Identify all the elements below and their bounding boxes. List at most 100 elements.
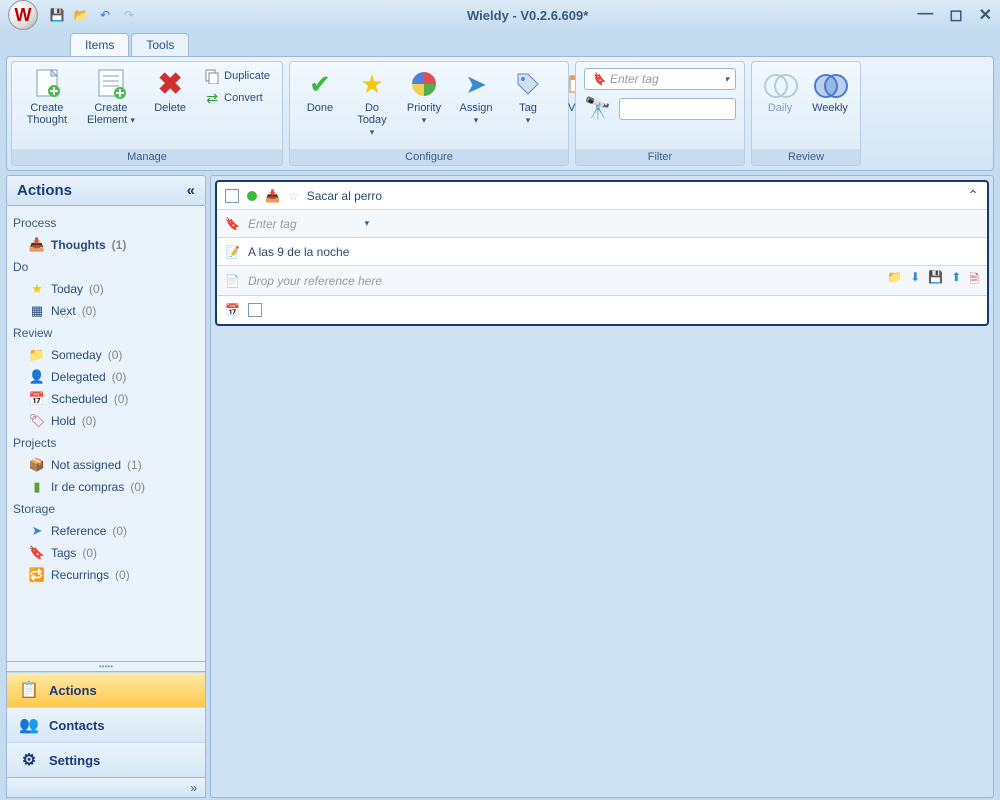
item-title[interactable]: Sacar al perro	[307, 189, 960, 203]
star-icon: ★	[356, 68, 388, 100]
tree-item-ir-de-compras[interactable]: ▮ Ir de compras(0)	[11, 476, 201, 498]
person-icon: 👤	[29, 369, 45, 385]
tree-section-do: Do	[11, 256, 201, 278]
tag-row-icon: 🔖	[225, 217, 240, 231]
nav-actions[interactable]: 📋 Actions	[7, 672, 205, 707]
reference-actions: 📁 ⬇ 💾 ⬆ 🗎	[887, 270, 979, 291]
inbox-icon: 📥	[29, 237, 45, 253]
window-controls: — ◻ ✕	[917, 5, 992, 25]
maximize-button[interactable]: ◻	[949, 5, 962, 25]
tree-item-hold[interactable]: 🏷 Hold(0)	[11, 410, 201, 432]
daily-button[interactable]: Daily	[758, 66, 802, 116]
filter-search-input[interactable]	[619, 98, 736, 120]
tree-item-not-assigned[interactable]: 📦 Not assigned(1)	[11, 454, 201, 476]
delete-x-icon: ✖	[154, 68, 186, 100]
item-reference-row[interactable]: 📄 Drop your reference here 📁 ⬇ 💾 ⬆ 🗎	[217, 266, 987, 296]
window-title: Wieldy - V0.2.6.609*	[138, 8, 917, 23]
tab-tools[interactable]: Tools	[131, 33, 189, 56]
folder-icon: 📁	[29, 347, 45, 363]
tree-item-thoughts[interactable]: 📥 Thoughts (1)	[11, 234, 201, 256]
redo-icon[interactable]: ↷	[120, 6, 138, 24]
tab-items[interactable]: Items	[70, 33, 129, 56]
tree-item-reference[interactable]: ➤ Reference(0)	[11, 520, 201, 542]
tree-item-next[interactable]: ▦ Next(0)	[11, 300, 201, 322]
next-icon: ▦	[29, 303, 45, 319]
minimize-button[interactable]: —	[917, 5, 933, 25]
ribbon-group-configure: ✔ Done ★ Do Today▾ Priority▾ ➤ Assign▾	[289, 61, 569, 166]
content-area: 📥 ☆ Sacar al perro ⌃ 🔖 Enter tag ▾ 📝 A l…	[210, 175, 994, 798]
tree-section-projects: Projects	[11, 432, 201, 454]
close-button[interactable]: ✕	[979, 5, 992, 25]
open-icon[interactable]: 📂	[72, 6, 90, 24]
star-small-icon: ★	[29, 281, 45, 297]
priority-button[interactable]: Priority▾	[400, 66, 448, 128]
tree-item-someday[interactable]: 📁 Someday(0)	[11, 344, 201, 366]
collapse-card-icon[interactable]: ⌃	[967, 187, 979, 204]
item-complete-checkbox[interactable]	[225, 189, 239, 203]
ref-download-icon[interactable]: ⬇	[910, 270, 920, 291]
ref-folder-icon[interactable]: 📁	[887, 270, 902, 291]
gear-icon: ⚙	[19, 750, 39, 770]
assign-button[interactable]: ➤ Assign▾	[452, 66, 500, 128]
sidebar-title: Actions	[17, 182, 72, 199]
app-logo[interactable]: W	[8, 0, 38, 30]
ref-save-icon[interactable]: 💾	[928, 270, 943, 291]
collapse-sidebar-icon[interactable]: «	[187, 182, 195, 199]
calendar-row-icon[interactable]: 📅	[225, 303, 240, 317]
tree-item-recurrings[interactable]: 🔁 Recurrings(0)	[11, 564, 201, 586]
weekly-button[interactable]: Weekly	[806, 66, 854, 116]
item-card: 📥 ☆ Sacar al perro ⌃ 🔖 Enter tag ▾ 📝 A l…	[215, 180, 989, 326]
done-button[interactable]: ✔ Done	[296, 66, 344, 116]
sidebar-tree[interactable]: Process 📥 Thoughts (1) Do ★ Today(0) ▦ N…	[6, 206, 206, 662]
save-icon[interactable]: 💾	[48, 6, 66, 24]
quick-access-toolbar: 💾 📂 ↶ ↷	[48, 6, 138, 24]
create-thought-label: Create Thought	[24, 102, 70, 126]
tag-small-icon: 🔖	[591, 72, 606, 86]
do-today-button[interactable]: ★ Do Today▾	[348, 66, 396, 140]
tree-item-tags[interactable]: 🔖 Tags(0)	[11, 542, 201, 564]
undo-icon[interactable]: ↶	[96, 6, 114, 24]
create-thought-button[interactable]: Create Thought	[18, 66, 76, 128]
nav-contacts[interactable]: 👥 Contacts	[7, 707, 205, 742]
item-inbox-icon: 📥	[265, 189, 280, 203]
item-note-row[interactable]: 📝 A las 9 de la noche	[217, 238, 987, 266]
item-tag-row[interactable]: 🔖 Enter tag ▾	[217, 210, 987, 238]
schedule-checkbox[interactable]	[248, 303, 262, 317]
tree-item-scheduled[interactable]: 📅 Scheduled(0)	[11, 388, 201, 410]
sidebar-splitter[interactable]: •••••	[6, 662, 206, 671]
binoculars-icon[interactable]: 🔭	[584, 96, 611, 122]
tag-icon	[512, 68, 544, 100]
assign-label: Assign▾	[459, 102, 492, 126]
duplicate-button[interactable]: Duplicate	[198, 66, 276, 86]
filter-tag-input[interactable]: 🔖 Enter tag ▾	[584, 68, 736, 90]
project-icon: ▮	[29, 479, 45, 495]
delete-button[interactable]: ✖ Delete	[146, 66, 194, 116]
contacts-nav-icon: 👥	[19, 715, 39, 735]
done-label: Done	[307, 102, 333, 114]
ribbon-group-filter: 🔖Enter tag ▾ 🔭 Filter	[575, 61, 745, 166]
item-star-outline-icon[interactable]: ☆	[288, 189, 299, 203]
sidebar-footer-expand-icon[interactable]: »	[190, 781, 197, 795]
tree-section-storage: Storage	[11, 498, 201, 520]
dropdown-icon: ▾	[724, 74, 729, 85]
sidebar: Actions « Process 📥 Thoughts (1) Do ★ To…	[6, 175, 206, 798]
convert-label: Convert	[224, 92, 263, 104]
convert-button[interactable]: ⇄ Convert	[198, 88, 276, 108]
duplicate-label: Duplicate	[224, 70, 270, 82]
check-icon: ✔	[304, 68, 336, 100]
nav-settings[interactable]: ⚙ Settings	[7, 742, 205, 777]
create-element-button[interactable]: Create Element ▾	[80, 66, 142, 128]
document-plus-icon	[31, 68, 63, 100]
ref-upload-icon[interactable]: ⬆	[951, 270, 961, 291]
tag-dropdown-icon[interactable]: ▾	[365, 218, 370, 229]
tree-item-delegated[interactable]: 👤 Delegated(0)	[11, 366, 201, 388]
tree-section-process: Process	[11, 212, 201, 234]
tag-button[interactable]: Tag▾	[504, 66, 552, 128]
filter-tag-placeholder: Enter tag	[610, 72, 659, 86]
tree-item-today[interactable]: ★ Today(0)	[11, 278, 201, 300]
reference-row-icon: 📄	[225, 274, 240, 288]
calendar-icon: 📅	[29, 391, 45, 407]
main-area: Actions « Process 📥 Thoughts (1) Do ★ To…	[6, 175, 994, 798]
sidebar-nav: 📋 Actions 👥 Contacts ⚙ Settings	[6, 671, 206, 778]
ref-delete-icon[interactable]: 🗎	[969, 270, 979, 291]
